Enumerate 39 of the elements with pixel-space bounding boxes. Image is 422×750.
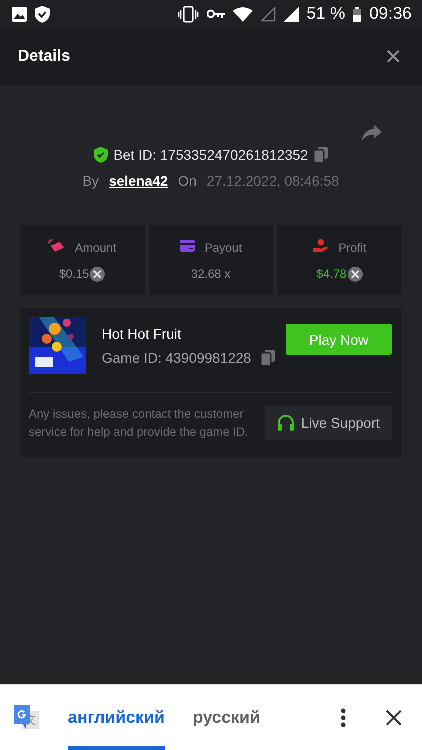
game-name: Hot Hot Fruit — [102, 326, 182, 342]
copy-icon[interactable] — [261, 350, 276, 366]
username-link[interactable]: selena42 — [109, 173, 168, 189]
signal-icon — [284, 6, 299, 22]
signal-icon — [260, 6, 276, 22]
language-tab[interactable]: русский — [192, 685, 260, 750]
card-icon — [180, 240, 195, 252]
stat-label: Profit — [338, 240, 367, 254]
battery-icon — [353, 6, 362, 22]
language-tab[interactable]: английский — [68, 685, 165, 750]
battery-percent: 51 % — [306, 4, 346, 24]
hand-icon — [312, 238, 329, 252]
stat-label: Payout — [204, 241, 242, 255]
stat-value: 32.68 x — [191, 267, 231, 281]
stat-value: $0.15 — [59, 267, 90, 281]
stat-value: $4.78 — [316, 267, 347, 281]
image-icon — [12, 6, 27, 22]
key-icon — [206, 9, 225, 19]
live-support-button[interactable]: Live Support — [265, 406, 392, 440]
bet-date: 27.12.2022, 08:46:58 — [206, 173, 340, 189]
shield-icon — [35, 6, 50, 22]
dialog-title: Details — [18, 48, 70, 66]
on-label: On — [178, 173, 197, 189]
translate-icon — [14, 704, 40, 730]
wifi-icon — [232, 6, 253, 22]
support-text: Any issues, please contact the customer service for help and provide the game ID. — [29, 406, 250, 441]
bet-id: Bet ID: 1753352470261812352 — [114, 147, 308, 163]
close-icon[interactable] — [386, 710, 402, 726]
vibrate-icon — [178, 6, 199, 22]
share-icon[interactable] — [362, 125, 382, 141]
clock: 09:36 — [369, 4, 412, 24]
headphones-icon — [277, 415, 296, 431]
shield-check-icon — [94, 147, 108, 163]
stat-label: Amount — [75, 240, 116, 254]
more-icon[interactable] — [341, 708, 346, 728]
close-icon[interactable] — [387, 50, 400, 63]
game-id: Game ID: 43909981228 — [102, 350, 252, 366]
copy-icon[interactable] — [314, 147, 328, 163]
by-label: By — [82, 173, 100, 189]
